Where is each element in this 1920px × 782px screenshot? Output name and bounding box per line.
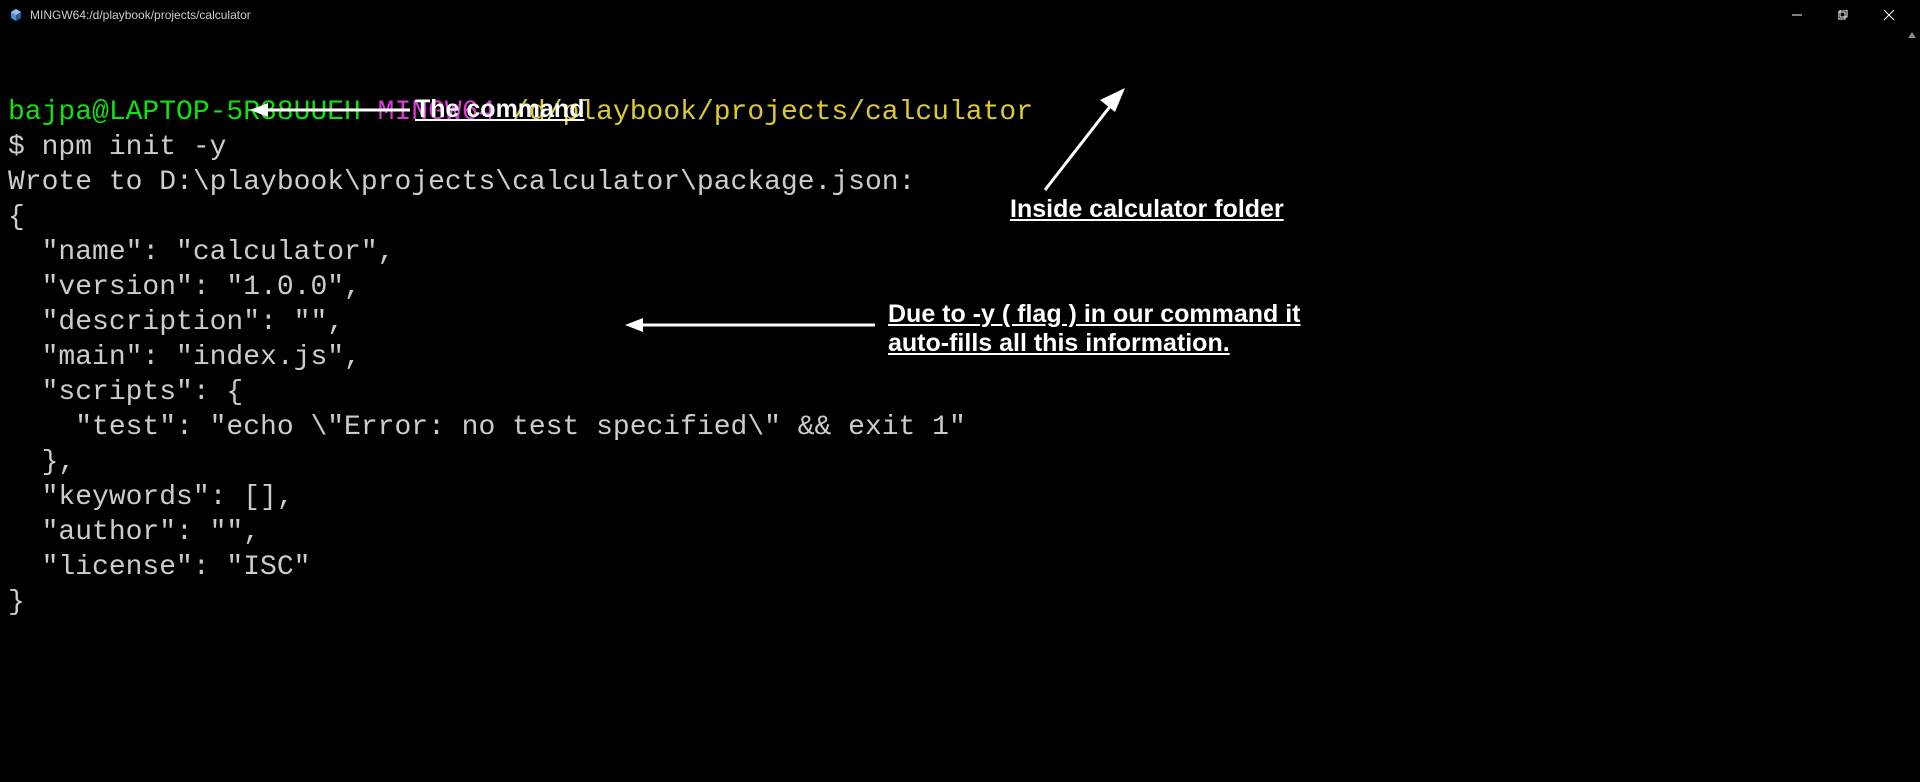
output-line: "license": "ISC"	[8, 550, 1912, 585]
output-line: },	[8, 445, 1912, 480]
output-line: "test": "echo \"Error: no test specified…	[8, 410, 1912, 445]
output-line: "keywords": [],	[8, 480, 1912, 515]
output-wrote: Wrote to D:\playbook\projects\calculator…	[8, 165, 1912, 200]
output-line: "author": "",	[8, 515, 1912, 550]
scroll-up-icon[interactable]	[1904, 30, 1920, 46]
annotation-folder: Inside calculator folder	[1010, 195, 1284, 224]
prompt-dollar: $	[8, 132, 25, 163]
window-controls	[1774, 0, 1912, 30]
prompt-user: bajpa@LAPTOP-5R38UUEH	[8, 97, 361, 128]
titlebar: MINGW64:/d/playbook/projects/calculator	[0, 0, 1920, 30]
output-line: {	[8, 200, 1912, 235]
output-line: }	[8, 585, 1912, 620]
app-icon	[8, 7, 24, 23]
minimize-button[interactable]	[1774, 0, 1820, 30]
maximize-button[interactable]	[1820, 0, 1866, 30]
output-line: "name": "calculator",	[8, 235, 1912, 270]
output-line: "scripts": {	[8, 375, 1912, 410]
typed-command: npm init -y	[42, 132, 227, 163]
scrollbar[interactable]	[1904, 30, 1920, 782]
annotation-command: The command	[415, 95, 584, 124]
prompt-path: /d/playbook/projects/calculator	[512, 97, 1033, 128]
annotation-autofill: Due to -y ( flag ) in our command it aut…	[888, 300, 1348, 358]
window-title: MINGW64:/d/playbook/projects/calculator	[30, 8, 1774, 22]
close-button[interactable]	[1866, 0, 1912, 30]
